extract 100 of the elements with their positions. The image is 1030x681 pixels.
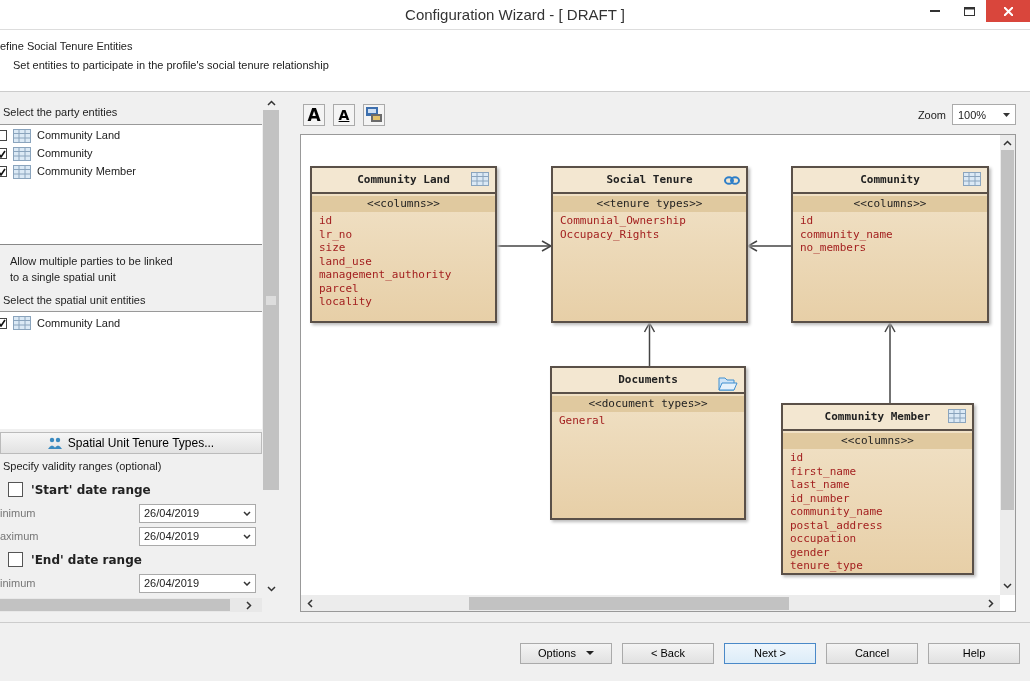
entity-field: Occupacy_Rights <box>553 227 746 242</box>
scroll-right-icon <box>988 598 994 608</box>
list-item[interactable]: Community Member <box>0 162 262 181</box>
wizard-button[interactable]: Cancel <box>826 642 918 664</box>
entity-field: Communial_Ownership <box>553 214 746 228</box>
connector-arrow <box>643 321 656 367</box>
list-item[interactable]: Community Land <box>0 314 262 332</box>
zoom-label: Zoom <box>917 107 946 123</box>
entity-field: community_name <box>783 505 972 519</box>
entity-field: lr_no <box>312 227 495 242</box>
wizard-button[interactable]: Help <box>928 642 1020 664</box>
connector-arrow <box>746 240 792 252</box>
zoom-dropdown[interactable]: 100% <box>952 104 1016 126</box>
scrollbar-thumb[interactable] <box>263 110 279 490</box>
wizard-button[interactable]: < Back <box>622 642 714 664</box>
maximize-icon <box>963 6 975 16</box>
entity-box[interactable]: Social Tenure <<tenure types>> Communial_Ownership Occupacy_Rights <box>551 165 748 323</box>
entity-box[interactable]: Documents <<document types>> General <box>550 365 746 520</box>
table-icon <box>963 171 981 186</box>
table-icon <box>948 408 966 423</box>
list-item[interactable]: Community Land <box>0 126 262 145</box>
entity-field: locality <box>312 295 495 309</box>
item-label: Community <box>37 146 93 162</box>
entity-field: parcel <box>312 281 495 296</box>
chevron-down-icon <box>243 510 251 516</box>
field-label: aximum <box>0 528 39 544</box>
wizard-button[interactable]: Next > <box>724 642 816 664</box>
checkbox[interactable] <box>8 482 23 497</box>
entity-title: Community <box>860 171 920 188</box>
chevron-down-icon <box>243 533 251 539</box>
tenure-types-button[interactable]: Spatial Unit Tenure Types... <box>0 432 262 454</box>
field-label: inimum <box>0 505 36 521</box>
checkmark-icon <box>0 319 6 327</box>
folder-icon <box>718 375 738 391</box>
chevron-down-icon <box>243 580 251 586</box>
list-item[interactable]: Community <box>0 144 262 163</box>
caret-icon <box>1003 112 1010 117</box>
checkbox[interactable] <box>8 552 23 567</box>
minimize-icon <box>930 10 940 12</box>
entity-field: postal_address <box>783 518 972 533</box>
entity-field: first_name <box>783 464 972 479</box>
item-label: Community Land <box>37 128 121 144</box>
scrollbar-thumb[interactable] <box>0 599 230 611</box>
close-icon <box>1003 6 1013 16</box>
scrollbar-thumb[interactable] <box>469 596 789 610</box>
entity-title: Community Land <box>357 171 450 188</box>
section-header: <<columns>> <box>783 432 972 450</box>
entity-title: Documents <box>618 371 678 388</box>
scroll-down-icon <box>266 586 276 592</box>
page-subtitle: Set entities to participate in the profile's social tenure relationship <box>12 57 330 73</box>
table-icon <box>13 316 31 330</box>
table-icon <box>13 128 31 143</box>
item-label: Community Member <box>37 164 137 180</box>
range-label: 'End' date range <box>31 551 142 569</box>
entity-field: land_use <box>312 254 495 269</box>
section-header: <<columns>> <box>793 195 987 213</box>
entity-field: id <box>793 214 987 228</box>
section-header: <<document types>> <box>552 395 744 413</box>
list-label: Select the party entities <box>2 105 119 120</box>
scroll-down-icon <box>1003 583 1012 589</box>
font-button[interactable]: A <box>303 103 325 126</box>
scroll-right-icon <box>246 600 252 610</box>
date-field[interactable]: 26/04/2019 <box>139 573 256 593</box>
section-label: Specify validity ranges (optional) <box>2 459 163 474</box>
caret-icon <box>585 651 594 655</box>
entity-field: no_members <box>793 241 987 255</box>
section-header: <<columns>> <box>312 195 495 213</box>
entity-field: management_authority <box>312 268 495 282</box>
link-icon <box>724 175 740 185</box>
range-label: 'Start' date range <box>31 481 151 499</box>
entity-title: Social Tenure <box>606 171 693 188</box>
people-icon <box>47 437 62 449</box>
scroll-up-icon <box>266 100 276 106</box>
connector-arrow <box>496 240 553 252</box>
section-header: <<tenure types>> <box>553 195 746 213</box>
entity-field: id <box>783 451 972 465</box>
scroll-left-icon <box>307 598 313 608</box>
item-label: Community Land <box>37 315 121 331</box>
entity-box[interactable]: Community Land <<columns>> id lr_no size land_use management_authority parcel locality <box>310 165 497 323</box>
close-button[interactable] <box>986 0 1030 22</box>
page-title: efine Social Tenure Entities <box>0 39 134 54</box>
entity-box[interactable]: Community Member <<columns>> id first_name last_name id_number community_name postal_address occupation gender tenure_type <box>781 402 974 575</box>
entity-field: id_number <box>783 491 972 506</box>
date-field[interactable]: 26/04/2019 <box>139 526 256 546</box>
table-icon <box>471 171 489 186</box>
underline-font-button[interactable]: A <box>333 103 355 126</box>
date-field[interactable]: 26/04/2019 <box>139 503 256 523</box>
entity-box[interactable]: Community <<columns>> id community_name no_members <box>791 165 989 323</box>
window-title: Configuration Wizard - [ DRAFT ] <box>405 5 625 25</box>
entity-title: Community Member <box>824 408 931 425</box>
field-label: inimum <box>0 575 36 591</box>
wizard-button[interactable]: Options <box>520 642 612 664</box>
entity-field: last_name <box>783 478 972 492</box>
entity-field: General <box>552 414 744 428</box>
entity-field: gender <box>783 545 972 560</box>
entity-field: community_name <box>793 227 987 242</box>
entity-field: tenure_type <box>783 559 972 573</box>
export-image-button[interactable] <box>363 103 385 126</box>
scrollbar-thumb[interactable] <box>1001 149 1014 510</box>
image-icon <box>366 107 382 123</box>
